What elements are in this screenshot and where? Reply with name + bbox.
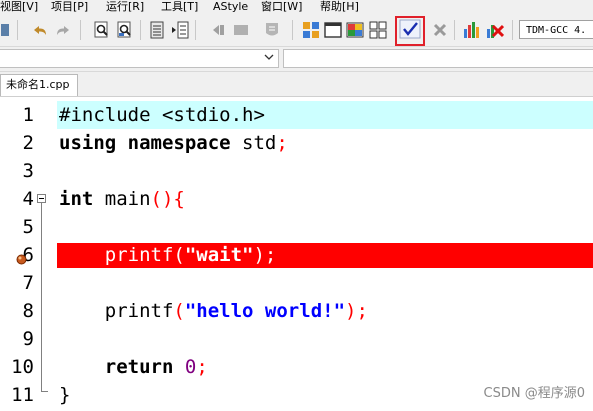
breakpoint-icon[interactable] [16, 250, 27, 265]
symbol: (){ [150, 188, 185, 210]
code-line: 4 int main(){ [0, 185, 593, 213]
symbol: ; [196, 356, 208, 378]
line-number: 4 [22, 188, 34, 210]
unindent-icon[interactable] [208, 20, 228, 40]
menu-tools[interactable]: 工具[T] [161, 0, 198, 13]
toolbar-separator [454, 20, 455, 40]
code-text: printf("wait"); [59, 241, 277, 269]
toolbar-separator [195, 20, 196, 40]
line-number: 1 [22, 104, 34, 126]
windows-icon[interactable] [345, 20, 365, 40]
menu-bar: 视图[V] 项目[P] 运行[R] 工具[T] AStyle 窗口[W] 帮助[… [0, 0, 593, 14]
menu-help[interactable]: 帮助[H] [320, 0, 359, 13]
new-class-icon[interactable] [301, 20, 321, 40]
layout-icon[interactable] [323, 20, 343, 40]
line-number: 8 [22, 300, 34, 322]
go-to-icon[interactable] [147, 20, 167, 40]
keyword: int [59, 188, 94, 210]
member-dropdown[interactable] [283, 49, 593, 68]
redo-icon[interactable] [53, 20, 73, 40]
toolbar-separator [80, 20, 81, 40]
fold-toggle-icon[interactable] [37, 194, 46, 203]
selector-row [0, 47, 593, 72]
line-number: 9 [22, 328, 34, 350]
code-line: 2 using namespace std; [0, 129, 593, 157]
profile-delete-icon[interactable] [485, 20, 505, 40]
toolbar-separator [17, 20, 18, 40]
undo-icon[interactable] [30, 20, 50, 40]
line-number: 3 [22, 160, 34, 182]
code-text: return 0; [59, 353, 208, 381]
code-text: using namespace std; [59, 129, 288, 157]
identifier: std [230, 132, 277, 154]
string-literal: "wait" [184, 244, 254, 266]
toolbar-separator [140, 20, 141, 40]
code-text: } [59, 384, 71, 406]
menu-project[interactable]: 项目[P] [51, 0, 88, 13]
code-text: int main(){ [59, 185, 185, 213]
identifier: printf [104, 300, 174, 322]
watermark: CSDN @程序源0 [483, 386, 585, 401]
symbol: ; [276, 132, 288, 154]
close-icon[interactable] [430, 20, 450, 40]
tab-file[interactable]: 未命名1.cpp [0, 74, 78, 96]
code-text: #include <stdio.h> [59, 104, 265, 126]
code-text: printf("hello world!"); [59, 297, 368, 325]
grid-icon[interactable] [368, 20, 388, 40]
menu-window[interactable]: 窗口[W] [261, 0, 302, 13]
compiler-select[interactable]: TDM-GCC 4. [519, 20, 593, 39]
menu-astyle[interactable]: AStyle [213, 0, 248, 13]
code-line: 1 #include <stdio.h> [0, 101, 593, 129]
tab-bar: 未命名1.cpp [0, 72, 593, 96]
toolbar: TDM-GCC 4. [0, 14, 593, 47]
find-icon[interactable] [92, 20, 112, 40]
keyword: namespace [127, 132, 231, 154]
code-line: 7 [0, 269, 593, 297]
toggle-comment-icon[interactable] [231, 20, 251, 40]
code-line: 8 printf("hello world!"); [0, 297, 593, 325]
symbol: ); [345, 300, 368, 322]
toolbar-partial-icon[interactable] [0, 20, 12, 40]
keyword: return [104, 356, 174, 378]
class-dropdown[interactable] [0, 49, 279, 68]
string-literal: "hello world!" [184, 300, 346, 322]
code-line: 6 printf("wait"); [0, 241, 593, 269]
chart-icon[interactable] [462, 20, 482, 40]
indent-icon[interactable] [170, 20, 190, 40]
check-syntax-button[interactable] [395, 16, 425, 46]
line-number: 11 [11, 384, 34, 406]
line-number: 2 [22, 132, 34, 154]
identifier: printf( [104, 244, 185, 266]
replace-icon[interactable] [115, 20, 135, 40]
code-line: 3 [0, 157, 593, 185]
line-number: 10 [11, 356, 34, 378]
menu-view[interactable]: 视图[V] [0, 0, 38, 13]
code-editor[interactable]: 1 #include <stdio.h> 2 using namespace s… [0, 96, 593, 411]
toolbar-separator [512, 20, 513, 40]
check-syntax-icon [399, 19, 421, 43]
code-line: 10 return 0; [0, 353, 593, 381]
symbol: ( [173, 300, 185, 322]
symbol: ); [253, 244, 277, 266]
line-number: 5 [22, 216, 34, 238]
bookmark-icon[interactable] [262, 20, 282, 40]
identifier: main [93, 188, 151, 210]
menu-run[interactable]: 运行[R] [106, 0, 144, 13]
toolbar-separator [292, 20, 293, 40]
keyword: using [59, 132, 117, 154]
line-number: 7 [22, 272, 34, 294]
code-line: 5 [0, 213, 593, 241]
code-line: 9 [0, 325, 593, 353]
chevron-down-icon [264, 51, 274, 64]
number-literal: 0 [184, 356, 197, 378]
